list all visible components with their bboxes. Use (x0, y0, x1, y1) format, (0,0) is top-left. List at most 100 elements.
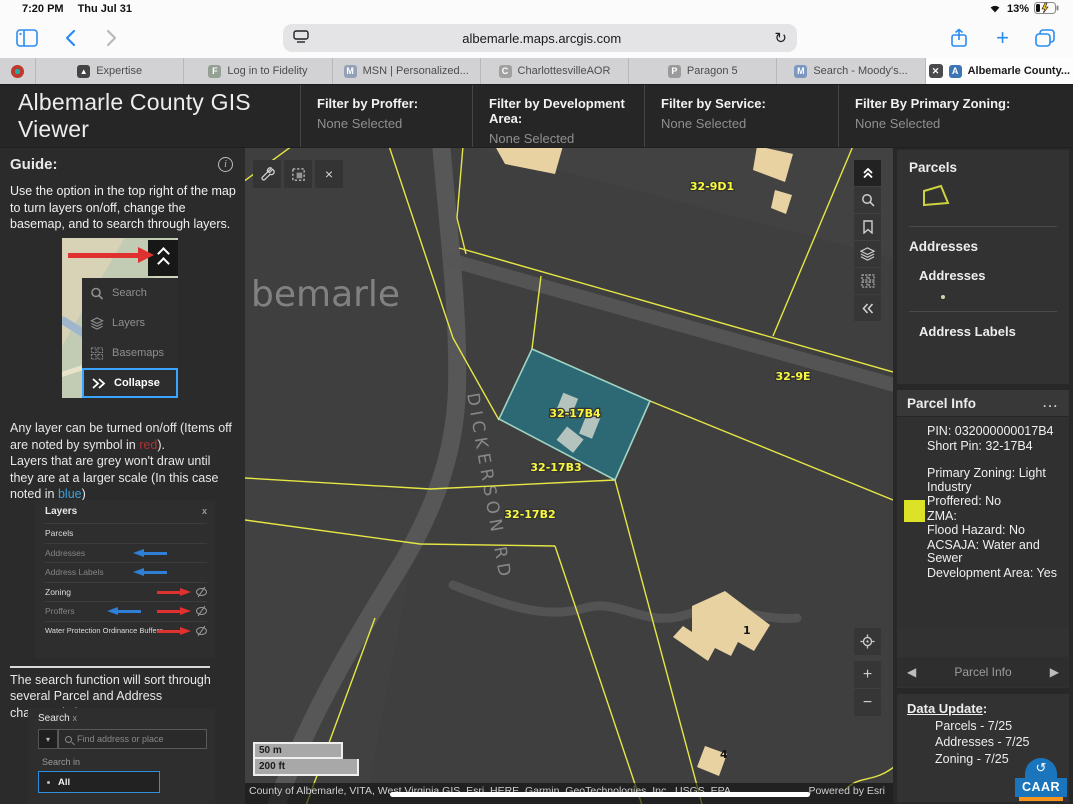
red-arrow-icon (68, 250, 154, 260)
divider (10, 666, 210, 668)
pinned-tab[interactable] (0, 58, 36, 84)
zoom-in-button[interactable]: + (854, 661, 881, 688)
tab-favicon: M (794, 65, 807, 78)
red-word: red (139, 438, 157, 452)
browser-tab[interactable]: FLog in to Fidelity (184, 58, 332, 84)
mini-menu-layers: Layers (82, 308, 178, 338)
filter-dropdown[interactable]: Filter by Development Area: None Selected (472, 85, 644, 147)
chevrons-left-icon (862, 303, 874, 314)
filter-value: None Selected (489, 131, 644, 146)
tab-bar: ▲ExpertiseFLog in to FidelityMMSN | Pers… (0, 58, 1073, 85)
building-label: 1 (743, 624, 751, 637)
mini-search-input: Find address or place (58, 729, 207, 749)
info-icon[interactable]: i (218, 157, 233, 172)
scale-bar: 50 m 200 ft (253, 742, 359, 776)
filter-label: Filter by Proffer: (317, 96, 472, 111)
forward-button[interactable] (106, 29, 118, 47)
tab-overview-button[interactable] (1035, 29, 1055, 47)
filter-label: Filter by Development Area: (489, 96, 644, 126)
measure-tool-button[interactable] (253, 160, 281, 188)
tab-label: Search - Moody's... (813, 65, 907, 77)
filter-dropdown[interactable]: Filter By Primary Zoning:None Selected (838, 85, 1022, 147)
status-time: 7:20 PM (22, 3, 64, 15)
browser-tab[interactable]: CCharlottesvilleAOR (481, 58, 629, 84)
chevrons-up-icon (862, 167, 874, 179)
right-sidebar: Parcels Addresses Addresses Address Labe… (893, 148, 1073, 804)
red-arrow-icon (157, 627, 191, 635)
zoom-out-button[interactable]: − (854, 689, 881, 716)
search-source-dropdown: ▾ (38, 729, 58, 749)
sidebar-toggle-button[interactable] (16, 29, 38, 47)
locate-button[interactable] (854, 628, 881, 655)
back-button[interactable] (64, 29, 76, 47)
powered-by-esri: Powered by Esri (809, 785, 885, 797)
tab-label: Expertise (96, 65, 142, 77)
reload-button[interactable]: ↻ (774, 29, 787, 47)
legend-panel: Parcels Addresses Addresses Address Labe… (897, 150, 1069, 384)
new-tab-button[interactable]: + (996, 25, 1009, 51)
tab-label: Albemarle County... (968, 65, 1070, 77)
browser-tab[interactable]: ▲Expertise (36, 58, 184, 84)
locate-icon (860, 634, 875, 649)
caar-logo: ↺ CAAR (1015, 760, 1067, 802)
share-button[interactable] (950, 28, 968, 48)
close-tool-button[interactable]: × (315, 160, 343, 188)
search-widget-button[interactable] (854, 187, 881, 213)
filter-value: None Selected (661, 116, 838, 131)
map-canvas[interactable]: bemarle DICKERSON RD (245, 148, 893, 804)
scale-imperial: 200 ft (253, 759, 359, 776)
tab-label: Log in to Fidelity (227, 65, 307, 77)
bookmarks-widget-button[interactable] (854, 214, 881, 240)
close-icon: × (325, 166, 333, 182)
map-widget-rail (854, 160, 881, 321)
parcel-info-line: ACSAJA: Water and Sewer (927, 539, 1063, 566)
filter-value: None Selected (317, 116, 472, 131)
address-bar[interactable]: albemarle.maps.arcgis.com ↻ (283, 24, 797, 52)
parcel-info-line: PIN: 032000000017B4 (927, 425, 1063, 439)
data-update-title: Data Update (907, 701, 983, 716)
collapse-widgets-button[interactable] (854, 295, 881, 321)
horizontal-scrollbar[interactable] (390, 792, 810, 797)
browser-tab[interactable]: MMSN | Personalized... (333, 58, 481, 84)
browser-tab[interactable]: M Search - Moody's... (777, 58, 925, 84)
tab-favicon: C (499, 65, 512, 78)
layers-widget-button[interactable] (854, 241, 881, 267)
caar-arrow-icon: ↺ (1025, 758, 1057, 780)
close-icon: x (202, 506, 207, 517)
filter-dropdown[interactable]: Filter by Proffer: None Selected (300, 85, 472, 147)
tab-favicon (11, 65, 24, 78)
options-menu-button[interactable]: ... (1043, 396, 1059, 410)
pager-prev-button[interactable]: ◀ (907, 665, 916, 679)
url-text: albemarle.maps.arcgis.com (309, 31, 774, 46)
mini-layer-row: Proffers (45, 601, 207, 621)
page-settings-icon[interactable] (293, 30, 309, 46)
search-panel-title: Search (38, 713, 70, 724)
mini-layer-row: Addresses (45, 543, 207, 563)
guide-paragraph-2: Any layer can be turned on/off (Items of… (0, 406, 245, 503)
close-icon: x (72, 713, 77, 723)
browser-tab[interactable]: PParagon 5 (629, 58, 777, 84)
search-icon (65, 736, 72, 743)
basemap-icon (861, 274, 875, 288)
building-label: 4 (720, 748, 728, 761)
filter-dropdown[interactable]: Filter by Service:None Selected (644, 85, 838, 147)
scale-metric: 50 m (253, 742, 343, 759)
safari-toolbar: albemarle.maps.arcgis.com ↻ + (0, 18, 1073, 58)
data-update-panel: Data Update: Parcels - 7/25Addresses - 7… (897, 694, 1069, 802)
pager-next-button[interactable]: ▶ (1050, 665, 1059, 679)
expand-widgets-button[interactable] (854, 160, 881, 186)
guide-screenshot-menu: Search Layers Basemaps Collapse (62, 238, 178, 398)
data-update-item: Parcels - 7/25 (907, 718, 1059, 734)
basemaps-widget-button[interactable] (854, 268, 881, 294)
guide-screenshot-layers: Layers x ParcelsAddressesAddress LabelsZ… (35, 500, 215, 658)
browser-tab[interactable]: ✕AAlbemarle County... (926, 58, 1073, 84)
address-point-icon (941, 295, 945, 299)
pager-label: Parcel Info (916, 665, 1050, 679)
close-tab-icon[interactable]: ✕ (929, 64, 943, 78)
parcel-info-line (927, 454, 1063, 466)
mini-menu: Search Layers Basemaps Collapse (82, 278, 178, 398)
select-tool-button[interactable] (284, 160, 312, 188)
parcel-label: 32-17B4 (549, 407, 601, 420)
chevron-up-icon (157, 257, 170, 270)
parcel-info-line: Short Pin: 32-17B4 (927, 440, 1063, 454)
